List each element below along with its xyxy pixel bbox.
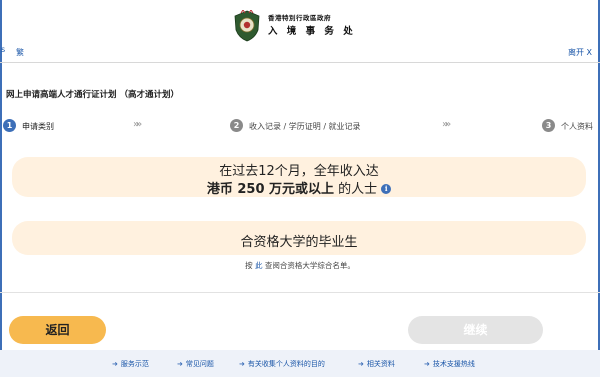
step-chevron-icon: »» <box>133 119 142 130</box>
income-option-line2: 港币 250 万元或以上 的人士 i <box>12 178 586 197</box>
footer-link-service-demo[interactable]: ➜ 服务示范 <box>112 359 149 369</box>
header: 香港特別行政區政府 入 境 事 务 处 s 繁 离开 X <box>0 0 600 62</box>
income-threshold-text: 港币 250 万元或以上 <box>206 182 335 197</box>
university-list-note: 按 此 查阅合资格大学综合名单。 <box>0 260 600 271</box>
step-1-number: 1 <box>3 119 16 132</box>
footer-link-related[interactable]: ➜ 相关资料 <box>358 359 395 369</box>
footer-link-faq[interactable]: ➜ 常见问题 <box>177 359 214 369</box>
content-divider <box>0 292 600 293</box>
immigration-emblem-icon <box>234 10 260 42</box>
income-option-button[interactable]: 在过去12个月，全年收入达 港币 250 万元或以上 的人士 i <box>12 157 586 197</box>
step-3-label: 个人资料 <box>561 122 593 131</box>
footer-link-label: 相关资料 <box>366 360 395 368</box>
income-option-suffix: 的人士 <box>334 182 378 197</box>
footer-link-label: 有关收集个人资料的目的 <box>247 360 325 368</box>
note-prefix: 按 <box>245 261 255 270</box>
step-1-label: 申请类别 <box>22 122 54 131</box>
continue-button[interactable]: 继续 <box>408 316 543 344</box>
step-3-number: 3 <box>542 119 555 132</box>
info-icon[interactable]: i <box>381 184 392 194</box>
footer-link-label: 常见问题 <box>185 360 214 368</box>
footer-link-label: 服务示范 <box>120 360 149 368</box>
department-name: 入 境 事 务 处 <box>268 26 356 37</box>
note-suffix: 查阅合资格大学综合名单。 <box>262 261 355 270</box>
arrow-circle-icon: ➜ <box>177 360 183 368</box>
graduate-option-button[interactable]: 合资格大学的毕业生 <box>12 221 586 255</box>
graduate-option-label: 合资格大学的毕业生 <box>240 235 358 250</box>
exit-link[interactable]: 离开 X <box>568 47 592 58</box>
page-title: 网上申请高端人才通行证计划 （高才通计划） <box>6 90 179 100</box>
footer-links-bar: ➜ 服务示范 ➜ 常见问题 ➜ 有关收集个人资料的目的 ➜ 相关资料 ➜ 技术支援热线 <box>0 350 600 377</box>
language-toggle-link[interactable]: 繁 <box>16 47 24 58</box>
university-list-link[interactable]: 此 <box>255 261 263 270</box>
back-button[interactable]: 返回 <box>9 316 106 344</box>
step-2-label: 收入记录 / 学历证明 / 就业记录 <box>249 122 361 131</box>
arrow-circle-icon: ➜ <box>358 360 364 368</box>
department-name-small: 香港特別行政區政府 <box>268 14 331 22</box>
progress-stepper: 1 申请类别 »» 2 收入记录 / 学历证明 / 就业记录 »» 3 个人资料 <box>0 118 600 134</box>
income-option-line1: 在过去12个月，全年收入达 <box>219 164 379 179</box>
header-divider <box>0 62 600 63</box>
arrow-circle-icon: ➜ <box>424 360 430 368</box>
footer-link-label: 技术支援热线 <box>432 360 475 368</box>
footer-link-privacy[interactable]: ➜ 有关收集个人资料的目的 <box>239 359 325 369</box>
left-caret-text: s <box>1 45 6 54</box>
arrow-circle-icon: ➜ <box>239 360 245 368</box>
step-chevron-icon: »» <box>442 119 451 130</box>
arrow-circle-icon: ➜ <box>112 360 118 368</box>
footer-link-tech-support[interactable]: ➜ 技术支援热线 <box>424 359 475 369</box>
step-2-number: 2 <box>230 119 243 132</box>
